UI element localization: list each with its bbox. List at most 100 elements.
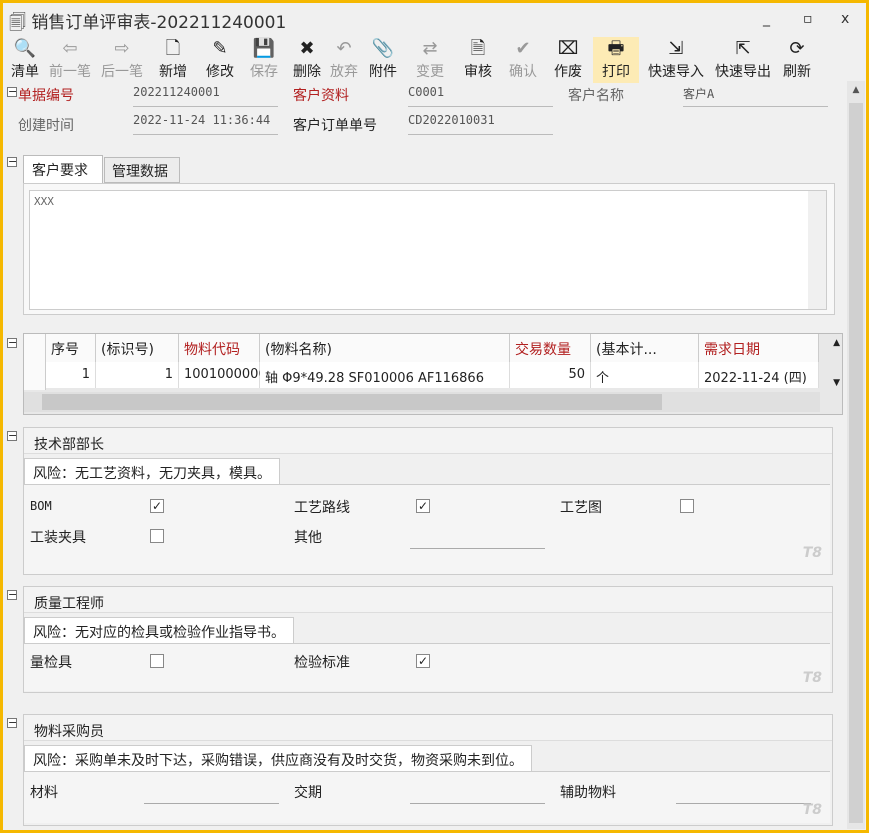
toolbar-button-16[interactable]: ⟳ 刷新 [780, 37, 814, 83]
scroll-down-icon[interactable]: ▼ [833, 378, 840, 388]
minimize-button[interactable]: _ [763, 11, 770, 27]
toolbar-button-1[interactable]: ⇦ 前一笔 [45, 37, 95, 83]
toolbar-button-3[interactable]: 🗋 新增 [153, 37, 193, 83]
toolbar-button-7[interactable]: ↶ 放弃 [327, 37, 361, 83]
customer-field[interactable]: C0001 [408, 85, 553, 107]
toolbar-icon: ⇨ [114, 38, 130, 59]
toolbar-button-10[interactable]: 🗎 审核 [458, 37, 498, 83]
quality-section: 质量工程师 风险：无对应的检具或检验作业指导书。 量检具 检验标准 ✓ T8 [23, 586, 833, 693]
section-title: 质量工程师 [24, 587, 832, 613]
close-button[interactable]: x [841, 11, 849, 27]
toolbar-label: 保存 [250, 64, 278, 80]
grid-cell[interactable]: 50 [510, 362, 591, 388]
toolbar-button-2[interactable]: ⇨ 后一笔 [97, 37, 147, 83]
t8-watermark: T8 [802, 802, 822, 818]
created-label: 创建时间 [18, 118, 74, 134]
route-checkbox[interactable]: ✓ [416, 499, 430, 513]
toolbar-button-0[interactable]: 🔍 清单 [8, 37, 42, 83]
window: 🗐 销售订单评审表-202211240001 _ ▫ x 🔍 清单 ⇦ 前一笔 ⇨ 后一笔… [3, 3, 866, 830]
material-label: 材料 [30, 785, 58, 801]
toolbar-icon: 🔍 [13, 38, 37, 59]
doc-no-field[interactable]: 202211240001 [133, 85, 278, 107]
created-field[interactable]: 2022-11-24 11:36:44 [133, 113, 278, 135]
column-header[interactable]: (标识号) [96, 334, 179, 362]
column-header[interactable]: 需求日期 [699, 334, 819, 362]
toolbar-label: 刷新 [783, 64, 811, 80]
horizontal-scrollbar[interactable] [24, 392, 820, 412]
toolbar-icon: 🗋 [165, 38, 181, 59]
grid-cell[interactable]: 1001000006 [179, 362, 267, 388]
toolbar-button-6[interactable]: ✖ 删除 [289, 37, 325, 83]
grid-cell[interactable]: 轴 Φ9*49.28 SF010006 AF116866 [260, 362, 510, 388]
window-title: 🗐 销售订单评审表-202211240001 [9, 13, 287, 33]
other-label: 其他 [294, 530, 322, 546]
aux-label: 辅助物料 [560, 785, 616, 801]
scroll-up-icon[interactable]: ▲ [833, 338, 840, 348]
delivery-input[interactable] [410, 784, 545, 804]
toolbar-icon: ✖ [299, 38, 315, 59]
gauge-label: 量检具 [30, 655, 72, 671]
aux-input[interactable] [676, 784, 811, 804]
gauge-checkbox[interactable] [150, 654, 164, 668]
risk-tab: 风险：无对应的检具或检验作业指导书。 [24, 617, 294, 646]
toolbar-label: 审核 [464, 64, 492, 80]
toolbar-label: 删除 [293, 64, 321, 80]
scroll-up-icon[interactable]: ▲ [847, 81, 865, 95]
drawing-checkbox[interactable] [680, 499, 694, 513]
toolbar-label: 作废 [554, 64, 582, 80]
collapse-icon[interactable]: − [7, 717, 17, 728]
bom-checkbox[interactable]: ✓ [150, 499, 164, 513]
toolbar-button-4[interactable]: ✎ 修改 [200, 37, 240, 83]
other-input[interactable] [410, 529, 545, 549]
toolbar-label: 前一笔 [49, 64, 91, 80]
scroll-thumb[interactable] [849, 103, 863, 823]
tab-management-data[interactable]: 管理数据 [104, 157, 180, 183]
grid-cell[interactable]: 个 [591, 362, 699, 388]
toolbar-button-5[interactable]: 💾 保存 [245, 37, 283, 83]
toolbar-icon: ✔ [515, 38, 531, 59]
grid-cell[interactable]: 1 [96, 362, 179, 388]
customer-name-field[interactable]: 客户A [683, 85, 828, 107]
grid-cell[interactable]: 2022-11-24 (四) [699, 362, 819, 388]
toolbar-label: 快速导入 [648, 64, 704, 80]
customer-label: 客户资料 [293, 88, 349, 104]
toolbar-button-13[interactable]: 🖶 打印 [593, 37, 639, 83]
column-header[interactable]: (基本计... [591, 334, 699, 362]
column-header[interactable]: 序号 [46, 334, 96, 362]
toolbar-label: 放弃 [330, 64, 358, 80]
collapse-icon[interactable]: − [7, 589, 17, 600]
page-scrollbar[interactable]: ▲ [847, 81, 865, 829]
tab-customer-requirements[interactable]: 客户要求 [23, 155, 103, 183]
toolbar-icon: 🗎 [470, 38, 486, 59]
bom-label: BOM [30, 499, 52, 513]
column-header[interactable]: 交易数量 [510, 334, 591, 362]
toolbar-icon: 📎 [371, 38, 395, 59]
fixture-checkbox[interactable] [150, 529, 164, 543]
collapse-icon[interactable]: − [7, 86, 17, 97]
toolbar-button-12[interactable]: ⌧ 作废 [548, 37, 588, 83]
form-icon: 🗐 [9, 13, 26, 33]
collapse-icon[interactable]: − [7, 156, 17, 167]
toolbar-button-14[interactable]: ⇲ 快速导入 [645, 37, 707, 83]
toolbar-label: 变更 [416, 64, 444, 80]
maximize-button[interactable]: ▫ [803, 11, 813, 27]
toolbar-button-15[interactable]: ⇱ 快速导出 [711, 37, 775, 83]
toolbar-button-8[interactable]: 📎 附件 [365, 37, 401, 83]
textarea-scrollbar[interactable] [808, 191, 826, 309]
toolbar-icon: ⇱ [735, 38, 751, 59]
collapse-icon[interactable]: − [7, 430, 17, 441]
column-header[interactable]: 物料代码 [179, 334, 260, 362]
toolbar-label: 附件 [369, 64, 397, 80]
material-input[interactable] [144, 784, 279, 804]
delivery-label: 交期 [294, 785, 322, 801]
cust-order-field[interactable]: CD2022010031 [408, 113, 553, 135]
grid-cell[interactable]: 1 [46, 362, 96, 388]
toolbar-button-11[interactable]: ✔ 确认 [506, 37, 540, 83]
drawing-label: 工艺图 [560, 500, 602, 516]
purchase-section: 物料采购员 风险：采购单未及时下达，采购错误，供应商没有及时交货，物资采购未到位… [23, 714, 833, 826]
standard-checkbox[interactable]: ✓ [416, 654, 430, 668]
toolbar-button-9[interactable]: ⇄ 变更 [408, 37, 452, 83]
column-header[interactable]: (物料名称) [260, 334, 510, 362]
requirement-textarea[interactable]: XXX [29, 190, 827, 310]
collapse-icon[interactable]: − [7, 337, 17, 348]
